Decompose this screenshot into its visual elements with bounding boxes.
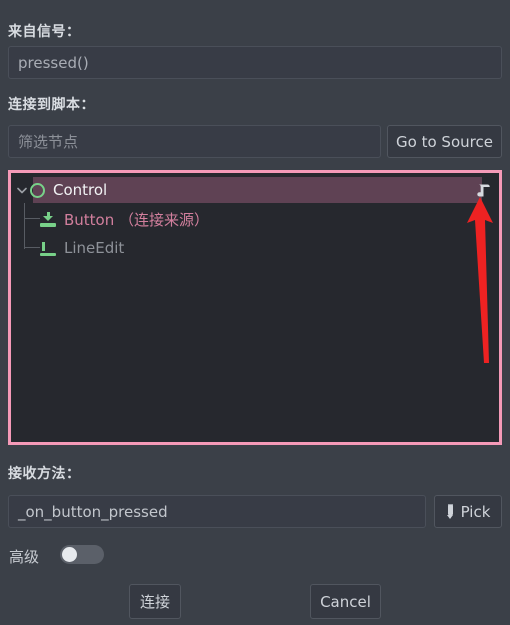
node-filter-input[interactable]: 筛选节点	[8, 125, 381, 158]
connect-signal-dialog: 来自信号： pressed() 连接到脚本： 筛选节点 Go to Source…	[0, 0, 510, 625]
button-node-icon	[40, 211, 56, 227]
toggle-knob	[62, 547, 77, 562]
tree-node-label: LineEdit	[64, 239, 125, 257]
pencil-icon	[446, 503, 455, 520]
script-badge-icon[interactable]	[474, 181, 493, 200]
control-node-icon	[30, 182, 45, 198]
tree-row[interactable]: Button （连接来源）	[14, 206, 209, 232]
advanced-label: 高级	[9, 548, 40, 566]
connect-to-script-label: 连接到脚本：	[8, 97, 95, 113]
receiver-method-label: 接收方法：	[8, 466, 81, 482]
lineedit-node-icon	[40, 241, 56, 256]
tree-node-label: Button （连接来源）	[64, 210, 210, 229]
pick-button-label: Pick	[460, 502, 491, 521]
tree-node-label: Control	[53, 181, 108, 199]
tree-row[interactable]: Control	[14, 177, 499, 203]
chevron-down-icon[interactable]	[14, 177, 30, 203]
pick-button[interactable]: Pick	[434, 495, 502, 528]
from-signal-label: 来自信号：	[8, 24, 81, 40]
advanced-toggle[interactable]	[60, 545, 104, 564]
go-to-source-button[interactable]: Go to Source	[387, 125, 502, 158]
connect-button[interactable]: 连接	[129, 584, 181, 619]
receiver-method-input[interactable]: _on_button_pressed	[8, 495, 426, 528]
tree-row[interactable]: LineEdit	[14, 235, 124, 261]
cancel-button[interactable]: Cancel	[310, 584, 381, 619]
signal-name-field[interactable]: pressed()	[8, 46, 502, 79]
node-tree-panel[interactable]: Control Button （连接来源） LineEdit	[8, 170, 502, 445]
